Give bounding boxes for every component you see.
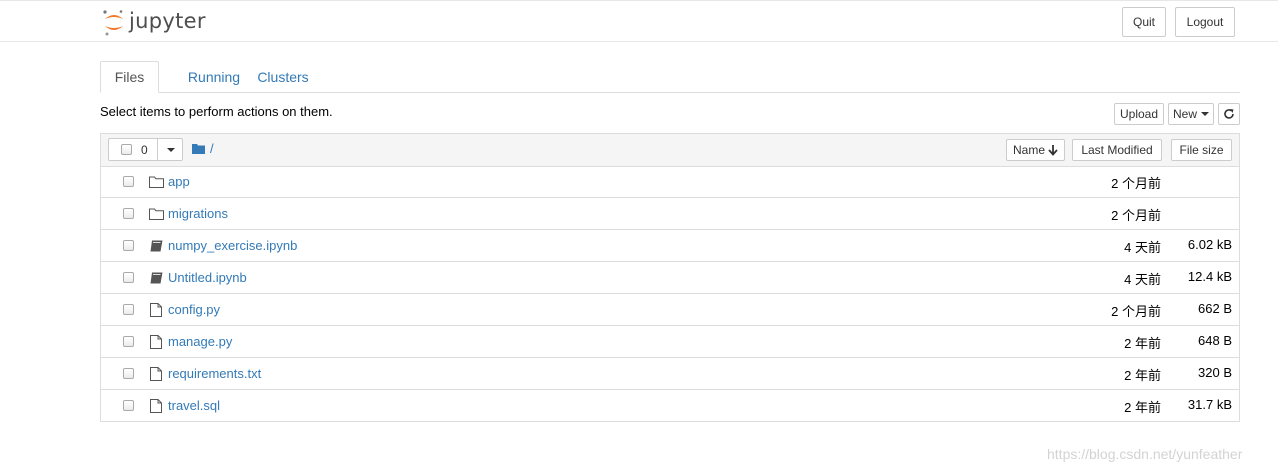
file-modified: 2 个月前 bbox=[1111, 304, 1161, 319]
row-checkbox[interactable] bbox=[123, 400, 134, 411]
file-row[interactable]: config.py 2 个月前 662 B bbox=[101, 294, 1239, 326]
divider bbox=[157, 139, 158, 160]
folder-outline-icon bbox=[148, 174, 164, 190]
folder-icon bbox=[192, 144, 205, 154]
refresh-button[interactable] bbox=[1218, 103, 1240, 125]
file-size: 6.02 kB bbox=[1187, 237, 1232, 252]
file-name-link[interactable]: travel.sql bbox=[168, 398, 220, 413]
quit-button[interactable]: Quit bbox=[1122, 7, 1166, 37]
instruction-text: Select items to perform actions on them. bbox=[100, 104, 333, 119]
new-dropdown-button[interactable]: New bbox=[1168, 103, 1214, 125]
caret-down-icon bbox=[1201, 112, 1209, 116]
folder-outline-icon bbox=[148, 206, 164, 222]
file-row[interactable]: requirements.txt 2 年前 320 B bbox=[101, 358, 1239, 390]
row-checkbox[interactable] bbox=[123, 336, 134, 347]
file-modified: 4 天前 bbox=[1124, 272, 1161, 287]
file-row[interactable]: travel.sql 2 年前 31.7 kB bbox=[101, 390, 1239, 422]
file-name-link[interactable]: config.py bbox=[168, 302, 220, 317]
file-size: 12.4 kB bbox=[1187, 269, 1232, 284]
file-row[interactable]: manage.py 2 年前 648 B bbox=[101, 326, 1239, 358]
sort-by-name-button[interactable]: Name bbox=[1006, 139, 1065, 161]
file-modified: 2 个月前 bbox=[1111, 208, 1161, 223]
select-all-dropdown[interactable]: 0 bbox=[108, 138, 183, 161]
file-modified: 4 天前 bbox=[1124, 240, 1161, 255]
row-checkbox[interactable] bbox=[123, 240, 134, 251]
file-name-link[interactable]: migrations bbox=[168, 206, 228, 221]
file-list: 0 / Name Last Modified File size app 2 个… bbox=[100, 133, 1240, 422]
tab-files[interactable]: Files bbox=[100, 61, 159, 93]
selected-count: 0 bbox=[141, 143, 148, 157]
logo-text: jupyter bbox=[129, 9, 206, 33]
new-label: New bbox=[1172, 107, 1197, 121]
file-icon bbox=[148, 302, 164, 318]
file-row[interactable]: numpy_exercise.ipynb 4 天前 6.02 kB bbox=[101, 230, 1239, 262]
file-row[interactable]: app 2 个月前 bbox=[101, 166, 1239, 198]
jupyter-logo-icon bbox=[103, 10, 123, 36]
file-name-link[interactable]: app bbox=[168, 174, 190, 189]
file-icon bbox=[148, 334, 164, 350]
upload-button[interactable]: Upload bbox=[1114, 103, 1164, 125]
file-icon bbox=[148, 398, 164, 414]
sort-by-modified-button[interactable]: Last Modified bbox=[1072, 139, 1162, 161]
tab-bar: Files Running Clusters bbox=[100, 61, 1240, 93]
row-checkbox[interactable] bbox=[123, 208, 134, 219]
file-size: 320 B bbox=[1198, 365, 1232, 380]
sort-name-label: Name bbox=[1012, 143, 1045, 157]
refresh-icon bbox=[1224, 109, 1234, 119]
file-modified: 2 年前 bbox=[1124, 368, 1161, 383]
select-all-checkbox[interactable] bbox=[121, 144, 132, 155]
file-icon bbox=[148, 366, 164, 382]
file-size: 662 B bbox=[1198, 301, 1232, 316]
logout-button[interactable]: Logout bbox=[1175, 7, 1235, 37]
tab-clusters[interactable]: Clusters bbox=[247, 61, 319, 92]
row-checkbox[interactable] bbox=[123, 304, 134, 315]
breadcrumb[interactable]: / bbox=[192, 141, 214, 156]
notebook-icon bbox=[148, 238, 164, 254]
file-name-link[interactable]: manage.py bbox=[168, 334, 232, 349]
top-header: jupyter Quit Logout bbox=[0, 0, 1278, 42]
arrow-down-icon bbox=[1048, 144, 1058, 156]
file-size: 31.7 kB bbox=[1187, 397, 1232, 412]
row-checkbox[interactable] bbox=[123, 368, 134, 379]
file-row[interactable]: Untitled.ipynb 4 天前 12.4 kB bbox=[101, 262, 1239, 294]
file-name-link[interactable]: requirements.txt bbox=[168, 366, 261, 381]
file-list-header: 0 / Name Last Modified File size bbox=[101, 134, 1239, 167]
file-modified: 2 年前 bbox=[1124, 336, 1161, 351]
file-modified: 2 个月前 bbox=[1111, 176, 1161, 191]
file-row[interactable]: migrations 2 个月前 bbox=[101, 198, 1239, 230]
jupyter-logo[interactable]: jupyter bbox=[103, 7, 206, 39]
notebook-icon bbox=[148, 270, 164, 286]
row-checkbox[interactable] bbox=[123, 272, 134, 283]
row-checkbox[interactable] bbox=[123, 176, 134, 187]
file-name-link[interactable]: Untitled.ipynb bbox=[168, 270, 247, 285]
watermark-text: https://blog.csdn.net/yunfeather bbox=[1047, 446, 1243, 462]
file-size: 648 B bbox=[1198, 333, 1232, 348]
file-name-link[interactable]: numpy_exercise.ipynb bbox=[168, 238, 297, 253]
caret-down-icon[interactable] bbox=[167, 148, 175, 152]
sort-by-size-button[interactable]: File size bbox=[1171, 139, 1232, 161]
file-modified: 2 年前 bbox=[1124, 400, 1161, 415]
breadcrumb-root[interactable]: / bbox=[210, 141, 214, 156]
